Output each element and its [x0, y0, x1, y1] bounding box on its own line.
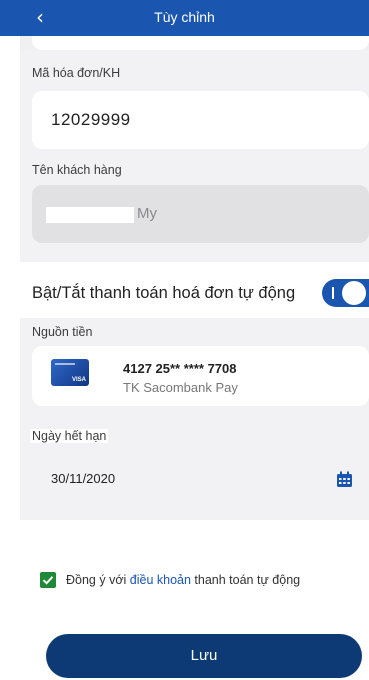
funding-source-card[interactable]: VISA 4127 25** **** 7708 TK Sacombank Pa… [32, 346, 369, 406]
toggle-on-mark [332, 287, 334, 299]
agreement-prefix: Đồng ý với [66, 573, 130, 587]
expiry-date-value: 30/11/2020 [51, 471, 116, 486]
auto-pay-toggle[interactable] [322, 279, 369, 307]
invoice-value: 12029999 [51, 110, 131, 129]
card-account-name: TK Sacombank Pay [123, 380, 238, 395]
card-stripe [55, 363, 75, 365]
auto-pay-label: Bật/Tắt thanh toán hoá đơn tự động [32, 284, 296, 302]
funding-label: Nguồn tiền [32, 325, 93, 339]
page-title: Tùy chỉnh [154, 9, 215, 25]
toggle-knob [342, 281, 366, 305]
agreement-text: Đồng ý với điều khoản thanh toán tự động [66, 573, 300, 587]
invoice-label: Mã hóa đơn/KH [32, 66, 121, 80]
agreement-suffix: thanh toán tự động [190, 573, 301, 587]
customer-name-value: My [137, 205, 157, 222]
invoice-field[interactable]: 12029999 [32, 91, 369, 149]
checkmark-icon [42, 576, 54, 585]
card-brand: VISA [71, 377, 86, 383]
app-header: ‹ Tùy chỉnh [0, 0, 369, 36]
bank-card-icon: VISA [51, 359, 89, 386]
previous-card-edge [32, 36, 369, 50]
terms-link[interactable]: điều khoản [130, 573, 191, 587]
redacted-name [46, 207, 134, 223]
customer-name-label: Tên khách hàng [32, 163, 122, 177]
expiry-label: Ngày hết hạn [30, 429, 109, 443]
expiry-date-field[interactable]: 30/11/2020 [32, 454, 369, 502]
agree-checkbox[interactable] [40, 572, 56, 588]
save-button[interactable]: Lưu [46, 634, 362, 678]
calendar-icon[interactable] [336, 471, 353, 488]
card-number: 4127 25** **** 7708 [123, 361, 237, 376]
